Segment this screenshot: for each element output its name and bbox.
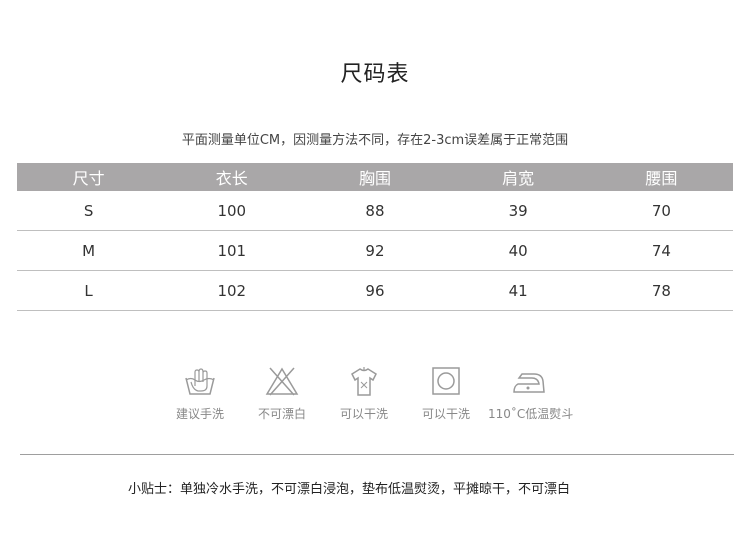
cell-shoulder: 39 [446, 191, 590, 231]
tumble-dry-icon [432, 367, 460, 395]
hang-dry-icon [351, 367, 377, 396]
care-instructions: 建议手洗 不可漂白 可以干洗 可以干洗 110˚C低温熨斗 [156, 364, 586, 424]
hand-wash-icon [185, 368, 215, 395]
size-table: 尺寸 衣长 胸围 肩宽 腰围 S 100 88 39 70 M 101 92 4… [17, 163, 733, 311]
care-tip: 小贴士：单独冷水手洗，不可漂白浸泡，垫布低温熨烫，平摊晾干，不可漂白 [128, 482, 571, 497]
cell-waist: 78 [589, 270, 733, 311]
header-size: 尺寸 [17, 163, 161, 191]
page-title: 尺码表 [340, 62, 410, 87]
cell-chest: 92 [303, 230, 447, 271]
care-item-no-bleach: 不可漂白 [242, 364, 322, 422]
table-header-row: 尺寸 衣长 胸围 肩宽 腰围 [17, 163, 733, 191]
cell-size: S [17, 191, 161, 231]
care-item-hand-wash: 建议手洗 [160, 364, 240, 422]
cell-shoulder: 41 [446, 270, 590, 311]
care-label: 不可漂白 [257, 407, 306, 421]
table-row: L 102 96 41 78 [17, 270, 733, 311]
cell-length: 101 [160, 230, 304, 271]
header-shoulder: 肩宽 [446, 163, 590, 191]
table-row: M 101 92 40 74 [17, 230, 733, 271]
measurement-note: 平面测量单位CM，因测量方法不同，存在2-3cm误差属于正常范围 [181, 133, 569, 148]
care-item-tumble-dry: 可以干洗 [406, 364, 486, 422]
table-row: S 100 88 39 70 [17, 191, 733, 231]
care-label: 110˚C低温熨斗 [488, 407, 574, 421]
header-waist: 腰围 [589, 163, 733, 191]
cell-size: M [17, 230, 161, 271]
header-length: 衣长 [160, 163, 304, 191]
header-chest: 胸围 [303, 163, 447, 191]
care-item-hang-dry: 可以干洗 [324, 364, 404, 422]
cell-shoulder: 40 [446, 230, 590, 271]
cell-waist: 74 [589, 230, 733, 271]
cell-length: 100 [160, 191, 304, 231]
iron-icon [513, 373, 545, 393]
care-label: 可以干洗 [421, 407, 470, 421]
cell-chest: 88 [303, 191, 447, 231]
care-label: 建议手洗 [175, 407, 224, 421]
care-item-iron: 110˚C低温熨斗 [488, 364, 574, 422]
cell-size: L [17, 270, 161, 311]
no-bleach-icon [265, 367, 299, 396]
cell-chest: 96 [303, 270, 447, 311]
cell-length: 102 [160, 270, 304, 311]
care-label: 可以干洗 [339, 407, 388, 421]
cell-waist: 70 [589, 191, 733, 231]
divider [20, 454, 734, 455]
